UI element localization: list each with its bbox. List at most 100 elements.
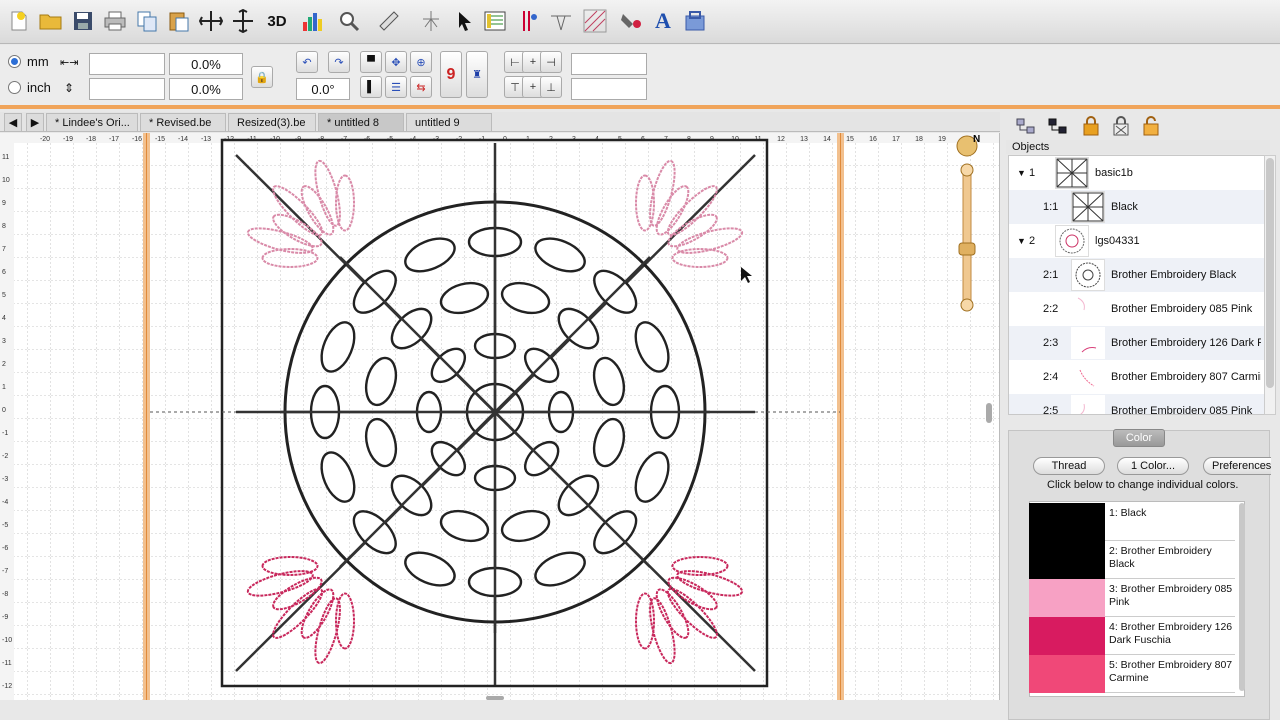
color-swatch-row[interactable]: 1: Black — [1029, 503, 1235, 541]
tree-expand-icon[interactable] — [1016, 118, 1036, 139]
print-icon[interactable] — [100, 6, 130, 36]
zoom-icon[interactable] — [334, 6, 364, 36]
width-percent-field[interactable]: 0.0% — [169, 53, 243, 75]
center-icon[interactable]: ✥ — [385, 51, 407, 73]
offset-y-field[interactable] — [571, 78, 647, 100]
stitch-order-icon[interactable]: 9 — [440, 51, 462, 98]
zoom-in-icon[interactable] — [960, 163, 974, 177]
object-row-2-5[interactable]: 2:5 Brother Embroidery 085 Pink — [1009, 394, 1265, 414]
design-canvas[interactable]: -20 -19 -18 -17 -16 -15 -14 -13 -12 -11 -10 -9 -8 -7-… — [0, 133, 1000, 700]
tab-untitled-9[interactable]: untitled 9 — [406, 113, 492, 131]
measure-icon[interactable] — [374, 6, 404, 36]
rotate-left-icon[interactable]: ↶ — [296, 51, 318, 73]
color-swatch-row[interactable]: 3: Brother Embroidery 085 Pink — [1029, 579, 1235, 617]
save-icon[interactable] — [68, 6, 98, 36]
open-icon[interactable] — [36, 6, 66, 36]
text-icon[interactable]: A — [648, 6, 678, 36]
flip-horizontal-icon[interactable] — [196, 6, 226, 36]
align-right-edge-icon[interactable]: ⊣ — [540, 51, 562, 73]
lock-all-icon[interactable] — [1082, 116, 1100, 139]
new-icon[interactable] — [4, 6, 34, 36]
3d-icon[interactable]: 3D — [262, 6, 292, 36]
color-swatch-row[interactable]: 4: Brother Embroidery 126 Dark Fuschia — [1029, 617, 1235, 655]
width-field[interactable] — [89, 53, 165, 75]
tab-lindees-original[interactable]: * Lindee's Ori... — [46, 113, 138, 131]
thread-button[interactable]: Thread — [1033, 457, 1105, 475]
thread-icon[interactable] — [514, 6, 544, 36]
object-row-2-1[interactable]: 2:1 Brother Embroidery Black — [1009, 258, 1265, 292]
color-icon[interactable] — [616, 6, 646, 36]
align-bottom-edge-icon[interactable]: ⊥ — [540, 76, 562, 98]
tab-resized[interactable]: Resized(3).be — [228, 113, 316, 131]
center-both-icon[interactable]: ⊕ — [410, 51, 432, 73]
align-left-icon[interactable]: ▌ — [360, 76, 382, 98]
main-toolbar: 3D A — [0, 0, 1280, 44]
distribute-icon[interactable]: ☰ — [385, 76, 407, 98]
object-row-2[interactable]: ▼ 2 lgs04331 — [1009, 224, 1265, 258]
select-icon[interactable] — [450, 6, 480, 36]
tab-revised[interactable]: * Revised.be — [140, 113, 226, 131]
object-row-2-3[interactable]: 2:3 Brother Embroidery 126 Dark Fuschia — [1009, 326, 1265, 360]
horizontal-splitter[interactable] — [486, 696, 504, 700]
properties-icon[interactable] — [480, 6, 510, 36]
tab-scroll-left-icon[interactable]: ◀ — [4, 113, 22, 131]
color-swatch[interactable] — [1029, 503, 1105, 541]
aspect-lock-icon[interactable]: 🔒 — [251, 66, 273, 88]
ruler-tick-label: -17 — [109, 136, 119, 143]
color-count-button[interactable]: 1 Color... — [1117, 457, 1189, 475]
unit-inch-option[interactable]: inch — [8, 80, 51, 95]
height-percent-field[interactable]: 0.0% — [169, 78, 243, 100]
radio-button[interactable] — [8, 55, 21, 68]
objects-scrollbar[interactable] — [1264, 155, 1276, 415]
swatch-scrollbar[interactable] — [1239, 503, 1245, 691]
color-swatch[interactable] — [1029, 579, 1105, 617]
color-swatch-row[interactable]: 2: Brother Embroidery Black — [1029, 541, 1235, 579]
unlock-selected-icon[interactable] — [1112, 116, 1130, 139]
color-swatch[interactable] — [1029, 541, 1105, 579]
height-field[interactable] — [89, 78, 165, 100]
cut-icon[interactable] — [546, 6, 576, 36]
tab-untitled-8[interactable]: * untitled 8 — [318, 113, 404, 131]
tab-scroll-right-icon[interactable]: ▶ — [26, 113, 44, 131]
ruler-tick-label: 12 — [777, 136, 785, 143]
object-row-1-1[interactable]: 1:1 Black — [1009, 190, 1265, 224]
color-swatch-label: 3: Brother Embroidery 085 Pink — [1109, 583, 1233, 608]
expand-triangle-icon[interactable]: ▼ — [1017, 168, 1026, 178]
object-row-2-4[interactable]: 2:4 Brother Embroidery 807 Carmine — [1009, 360, 1265, 394]
zoom-track[interactable] — [962, 167, 972, 309]
grid-icon[interactable] — [580, 6, 610, 36]
rotate-right-icon[interactable]: ↷ — [328, 51, 350, 73]
align-top-icon[interactable]: ▀ — [360, 51, 382, 73]
canvas-splitter[interactable] — [986, 403, 992, 423]
preferences-button[interactable]: Preferences — [1203, 457, 1271, 475]
zoom-thumb[interactable] — [958, 242, 976, 256]
color-swatch-row[interactable]: 5: Brother Embroidery 807 Carmine — [1029, 655, 1235, 693]
ruler-tick-label: -10 — [2, 637, 12, 644]
color-swatch[interactable] — [1029, 655, 1105, 693]
paste-icon[interactable] — [164, 6, 194, 36]
color-swatch[interactable] — [1029, 617, 1105, 655]
color-hint-text: Click below to change individual colors. — [1047, 479, 1239, 491]
unlock-all-icon[interactable] — [1142, 116, 1160, 139]
scrollbar-thumb[interactable] — [1266, 158, 1274, 388]
zoom-out-icon[interactable] — [960, 298, 974, 312]
stitch-icon[interactable] — [416, 6, 446, 36]
chart-icon[interactable] — [298, 6, 328, 36]
color-panel-title[interactable]: Color — [1113, 429, 1165, 447]
flip-vertical-icon[interactable] — [228, 6, 258, 36]
ruler-tick-label: -5 — [2, 522, 8, 529]
radio-button[interactable] — [8, 81, 21, 94]
rotation-field[interactable]: 0.0° — [296, 78, 350, 100]
copy-icon[interactable] — [132, 6, 162, 36]
object-row-2-2[interactable]: 2:2 Brother Embroidery 085 Pink — [1009, 292, 1265, 326]
object-row-1[interactable]: ▼ 1 basic1b — [1009, 156, 1265, 190]
expand-triangle-icon[interactable]: ▼ — [1017, 236, 1026, 246]
tree-collapse-icon[interactable] — [1048, 118, 1068, 139]
unit-mm-option[interactable]: mm — [8, 54, 49, 69]
ruler-tick-label: -7 — [2, 568, 8, 575]
ruler-tick-label: -19 — [63, 136, 73, 143]
offset-x-field[interactable] — [571, 53, 647, 75]
needle-icon[interactable]: ♜ — [466, 51, 488, 98]
arrange-icon[interactable]: ⇆ — [410, 76, 432, 98]
lock-icon[interactable] — [680, 6, 710, 36]
